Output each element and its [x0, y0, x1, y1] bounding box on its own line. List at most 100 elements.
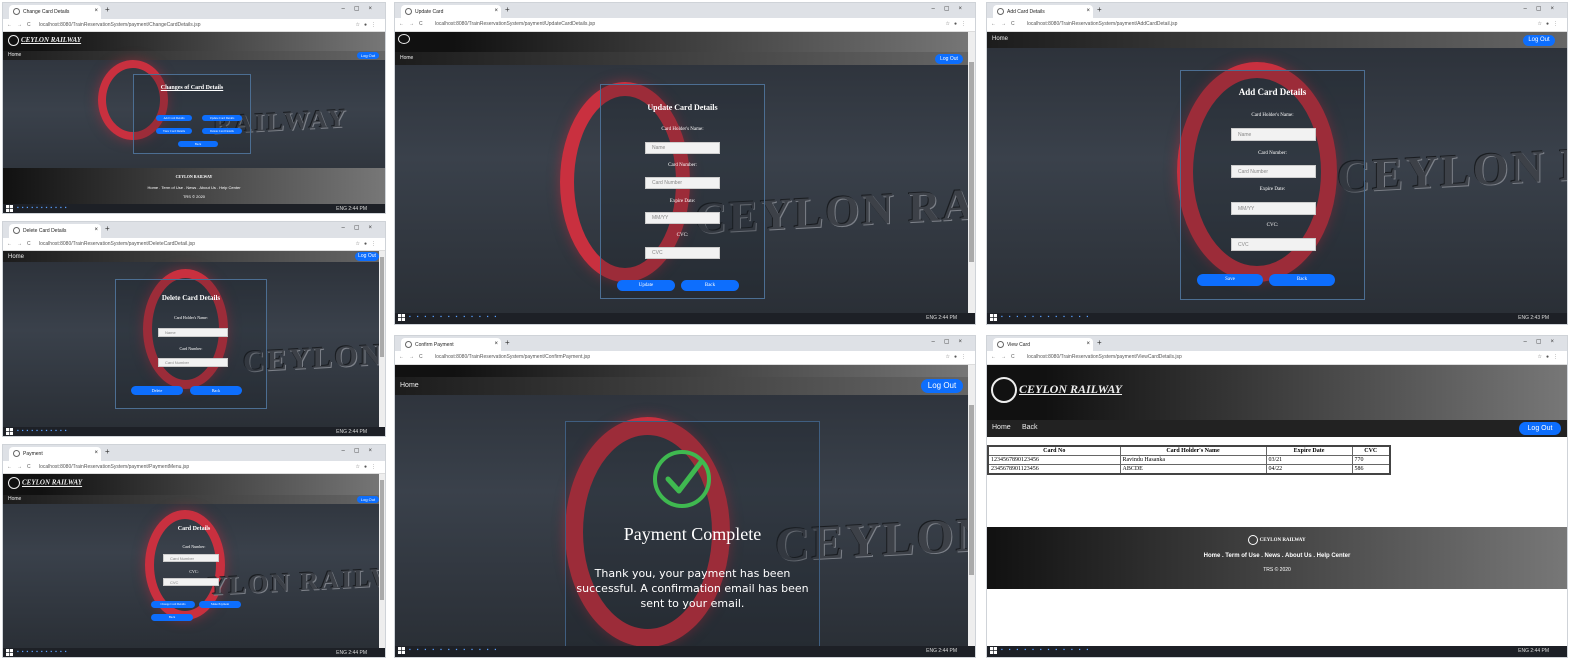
expire-date-input[interactable]: MM/YY — [645, 212, 720, 224]
browser-tab[interactable]: Change Card Details × — [9, 5, 101, 19]
taskbar-apps[interactable]: ▪▪▪▪▪▪▪▪▪▪▪ — [17, 205, 70, 211]
footer-links[interactable]: Home . Term of Use . News . About Us . H… — [987, 553, 1567, 559]
address-bar[interactable]: ←→C localhost:8080/TrainReservationSystem… — [987, 18, 1567, 32]
nav-home[interactable]: Home — [8, 52, 21, 58]
site-logo[interactable]: CEYLON RAILWAY — [8, 477, 82, 489]
back-button[interactable]: Back — [178, 141, 218, 147]
window-controls[interactable]: –▢× — [341, 5, 381, 12]
address-bar[interactable]: ←→C localhost:8080/TrainReservationSystem… — [3, 238, 385, 251]
nav-home[interactable]: Home — [400, 55, 413, 61]
window-controls[interactable]: –▢× — [341, 224, 381, 231]
nav-buttons[interactable]: ←→C — [399, 354, 428, 360]
new-tab-button[interactable]: + — [1097, 5, 1102, 14]
window-controls[interactable]: –▢× — [1523, 5, 1563, 12]
browser-tab[interactable]: Delete Card Details × — [9, 224, 101, 238]
windows-start-icon[interactable] — [6, 205, 13, 212]
logout-button[interactable]: Log Out — [355, 252, 379, 261]
close-tab-icon[interactable]: × — [94, 8, 98, 14]
nav-back[interactable]: Back — [1022, 424, 1038, 431]
scrollbar[interactable] — [968, 32, 975, 313]
nav-home[interactable]: Home — [992, 36, 1008, 42]
cvc-input[interactable]: CVC — [645, 247, 720, 259]
new-tab-button[interactable]: + — [505, 338, 510, 347]
url-text[interactable]: localhost:8080/TrainReservationSystem/pa… — [435, 354, 590, 360]
change-card-button[interactable]: Change Card Details — [151, 601, 195, 608]
address-bar[interactable]: ←→C localhost:8080/TrainReservationSystem… — [395, 351, 975, 365]
expire-date-input[interactable]: MM/YY — [1231, 202, 1316, 215]
logout-button[interactable]: Log Out — [357, 496, 379, 503]
taskbar-apps[interactable]: ▪▪▪▪▪▪▪▪▪▪▪ — [17, 649, 70, 655]
card-number-input[interactable]: Card Number — [645, 177, 720, 189]
nav-home[interactable]: Home — [8, 496, 21, 502]
logout-button[interactable]: Log Out — [357, 52, 379, 59]
windows-start-icon[interactable] — [6, 428, 13, 435]
windows-start-icon[interactable] — [990, 314, 997, 321]
logout-button[interactable]: Log Out — [1519, 422, 1561, 435]
new-tab-button[interactable]: + — [105, 224, 110, 233]
nav-home[interactable]: Home — [8, 254, 24, 260]
taskbar-apps[interactable]: ▪▪▪▪▪▪▪▪▪▪▪ — [17, 428, 70, 434]
browser-menu-icons[interactable]: ☆●⋮ — [1537, 354, 1562, 360]
nav-buttons[interactable]: ←→C — [399, 21, 428, 27]
close-tab-icon[interactable]: × — [94, 227, 98, 233]
nav-home[interactable]: Home — [992, 424, 1011, 431]
window-controls[interactable]: –▢× — [931, 338, 971, 345]
scrollbar[interactable] — [968, 365, 975, 646]
nav-buttons[interactable]: ←→C — [991, 354, 1020, 360]
update-button[interactable]: Update — [617, 280, 675, 291]
scrollbar[interactable] — [379, 474, 385, 648]
delete-button[interactable]: Delete — [131, 386, 183, 395]
nav-home[interactable]: Home — [400, 382, 419, 389]
browser-tab[interactable]: Confirm Payment × — [401, 338, 501, 352]
nav-buttons[interactable]: ←→C — [7, 241, 36, 247]
browser-tab[interactable]: View Card × — [993, 338, 1093, 352]
delete-card-button[interactable]: Delete Card Details — [202, 128, 242, 134]
windows-start-icon[interactable] — [990, 647, 997, 654]
cvc-input[interactable]: CVC — [163, 578, 219, 586]
address-bar[interactable]: ←→C localhost:8080/TrainReservationSystem… — [987, 351, 1567, 365]
site-logo[interactable] — [398, 34, 412, 44]
browser-menu-icons[interactable]: ☆●⋮ — [945, 354, 970, 360]
site-logo[interactable]: CEYLON RAILWAY — [991, 377, 1122, 403]
address-bar[interactable]: ←→C localhost:8080/TrainReservationSystem… — [3, 461, 385, 474]
new-tab-button[interactable]: + — [105, 5, 110, 14]
url-text[interactable]: localhost:8080/TrainReservationSystem/pa… — [1027, 21, 1177, 27]
browser-menu-icons[interactable]: ☆●⋮ — [945, 21, 970, 27]
taskbar-apps[interactable]: ▪▪▪▪▪▪▪▪▪▪▪▪ — [409, 314, 502, 320]
browser-tab[interactable]: Update Card × — [401, 5, 501, 19]
holder-name-input[interactable]: Name — [158, 328, 228, 337]
close-tab-icon[interactable]: × — [94, 450, 98, 456]
address-bar[interactable]: ←→C localhost:8080/TrainReservationSystem… — [3, 19, 385, 32]
browser-menu-icons[interactable]: ☆●⋮ — [355, 22, 380, 28]
new-tab-button[interactable]: + — [105, 447, 110, 456]
footer-links[interactable]: Home . Term of Use . News . About Us . H… — [3, 185, 385, 190]
close-tab-icon[interactable]: × — [494, 8, 498, 14]
card-number-input[interactable]: Card Number — [1231, 165, 1316, 178]
taskbar-apps[interactable]: ▪▪▪▪▪▪▪▪▪▪▪▪ — [1001, 647, 1094, 653]
new-tab-button[interactable]: + — [1097, 338, 1102, 347]
browser-menu-icons[interactable]: ☆●⋮ — [355, 241, 380, 247]
card-number-input[interactable]: Card Number — [158, 358, 228, 367]
url-text[interactable]: localhost:8080/TrainReservationSystem/pa… — [39, 22, 201, 28]
scrollbar[interactable] — [379, 251, 385, 427]
cvc-input[interactable]: CVC — [1231, 238, 1316, 251]
back-button[interactable]: Back — [190, 386, 242, 395]
url-text[interactable]: localhost:8080/TrainReservationSystem/pa… — [435, 21, 595, 27]
view-card-button[interactable]: View Card Details — [156, 128, 192, 134]
taskbar-apps[interactable]: ▪▪▪▪▪▪▪▪▪▪▪▪ — [1001, 314, 1094, 320]
logout-button[interactable]: Log Out — [1523, 35, 1555, 46]
close-tab-icon[interactable]: × — [494, 341, 498, 347]
new-tab-button[interactable]: + — [505, 5, 510, 14]
site-logo[interactable]: CEYLON RAILWAY — [8, 35, 81, 46]
nav-buttons[interactable]: ←→C — [7, 22, 36, 28]
window-controls[interactable]: –▢× — [341, 447, 381, 454]
close-tab-icon[interactable]: × — [1086, 341, 1090, 347]
logout-button[interactable]: Log Out — [921, 379, 963, 393]
window-controls[interactable]: –▢× — [931, 5, 971, 12]
browser-menu-icons[interactable]: ☆●⋮ — [355, 464, 380, 470]
address-bar[interactable]: ←→C localhost:8080/TrainReservationSystem… — [395, 18, 975, 32]
holder-name-input[interactable]: Name — [1231, 128, 1316, 141]
holder-name-input[interactable]: Name — [645, 142, 720, 154]
add-card-button[interactable]: Add Card Details — [156, 115, 192, 121]
url-text[interactable]: localhost:8080/TrainReservationSystem/pa… — [39, 241, 195, 247]
